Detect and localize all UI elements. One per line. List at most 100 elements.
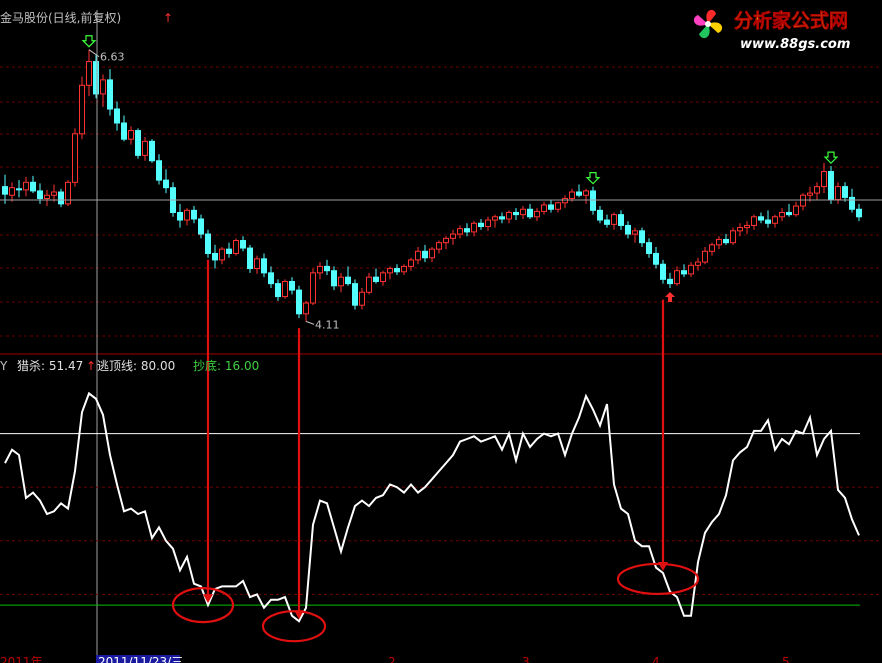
candle — [807, 186, 813, 202]
candle — [457, 225, 463, 239]
candle-body — [464, 228, 470, 233]
candle — [520, 206, 526, 219]
candle — [842, 182, 848, 202]
candle — [800, 193, 806, 211]
candle-body — [681, 270, 687, 275]
candle — [702, 246, 708, 265]
candle-body — [765, 219, 771, 224]
candle — [583, 188, 589, 204]
candle-body — [702, 250, 708, 263]
candle — [394, 264, 400, 276]
candle — [268, 266, 274, 288]
candle — [737, 223, 743, 237]
candle-body — [807, 192, 813, 196]
candle — [674, 266, 680, 286]
candle — [429, 246, 435, 263]
candle-body — [16, 188, 22, 191]
candle-body — [688, 264, 694, 275]
candle-body — [37, 190, 43, 199]
candle-body — [219, 248, 225, 261]
candle-body — [534, 210, 540, 218]
candle — [114, 101, 120, 131]
axis-year: 2011年 — [0, 655, 43, 663]
candle — [471, 221, 477, 237]
candle — [450, 229, 456, 245]
candle — [688, 262, 694, 278]
candle — [387, 266, 393, 280]
candle — [485, 216, 491, 231]
candle — [135, 128, 141, 159]
candle — [744, 221, 750, 235]
candle-body — [625, 224, 631, 235]
legend-hunt: 猎杀: 51.47 — [17, 358, 83, 373]
candle-body — [268, 272, 274, 285]
candle-body — [338, 276, 344, 287]
candle — [219, 246, 225, 265]
candle — [541, 201, 547, 215]
candle-body — [296, 289, 302, 315]
candle-body — [380, 272, 386, 282]
candle-body — [436, 242, 442, 250]
candle-body — [240, 240, 246, 249]
candle — [408, 257, 414, 271]
candle — [163, 169, 169, 194]
signal-markers — [81, 35, 839, 302]
candle-body — [800, 194, 806, 207]
low-pointer — [305, 320, 315, 325]
candle-body — [275, 283, 281, 298]
candle — [828, 166, 834, 204]
candlestick-series — [2, 49, 862, 322]
candle-body — [30, 181, 36, 192]
candle — [9, 182, 15, 202]
axis-month-3: 4 — [652, 655, 660, 663]
candle — [653, 246, 659, 269]
candle-body — [506, 211, 512, 220]
candle — [709, 242, 715, 256]
candle-body — [156, 160, 162, 181]
candle — [478, 218, 484, 230]
candle — [191, 206, 197, 224]
annotation-circle — [261, 610, 327, 643]
candle-body — [128, 130, 134, 140]
candle-body — [779, 211, 785, 218]
axis-month-4: 5 — [782, 655, 790, 663]
candle — [275, 279, 281, 301]
candle — [58, 188, 64, 208]
candle — [681, 264, 687, 278]
candle — [527, 203, 533, 219]
candle-body — [772, 216, 778, 224]
candle-body — [709, 244, 715, 252]
candle — [639, 227, 645, 247]
candle-body — [212, 252, 218, 261]
selected-date[interactable]: 2011/11/23/三 — [98, 655, 183, 663]
candle-body — [282, 280, 288, 298]
high-price-label: 6.63 — [100, 51, 125, 64]
buy-arrow-icon — [665, 291, 675, 302]
candle — [247, 244, 253, 273]
candle-body — [261, 258, 267, 274]
candle — [177, 203, 183, 228]
chart-canvas[interactable]: 6.63 4.11 金马股份(日线,前复权) ↑ Y 猎杀: 51.47 ↑ 逃顶… — [0, 0, 882, 663]
candle-body — [751, 216, 757, 226]
candle-body — [58, 191, 64, 205]
candle-body — [730, 230, 736, 244]
candle-body — [814, 186, 820, 194]
candle-body — [408, 259, 414, 267]
candle-body — [674, 270, 680, 285]
candle — [345, 266, 351, 286]
candle-body — [485, 219, 491, 228]
candle-body — [653, 252, 659, 265]
candle — [751, 214, 757, 230]
candle — [142, 137, 148, 161]
price-grid — [0, 66, 882, 337]
candle — [317, 262, 323, 280]
site-logo: 分析家公式网 www.88gs.com — [682, 0, 882, 56]
candle — [793, 201, 799, 217]
candle — [149, 139, 155, 163]
candle — [548, 199, 554, 213]
sell-arrow-icon — [585, 172, 601, 185]
candle — [576, 184, 582, 198]
candle-body — [639, 230, 645, 244]
candle-body — [303, 302, 309, 315]
candle — [625, 221, 631, 239]
